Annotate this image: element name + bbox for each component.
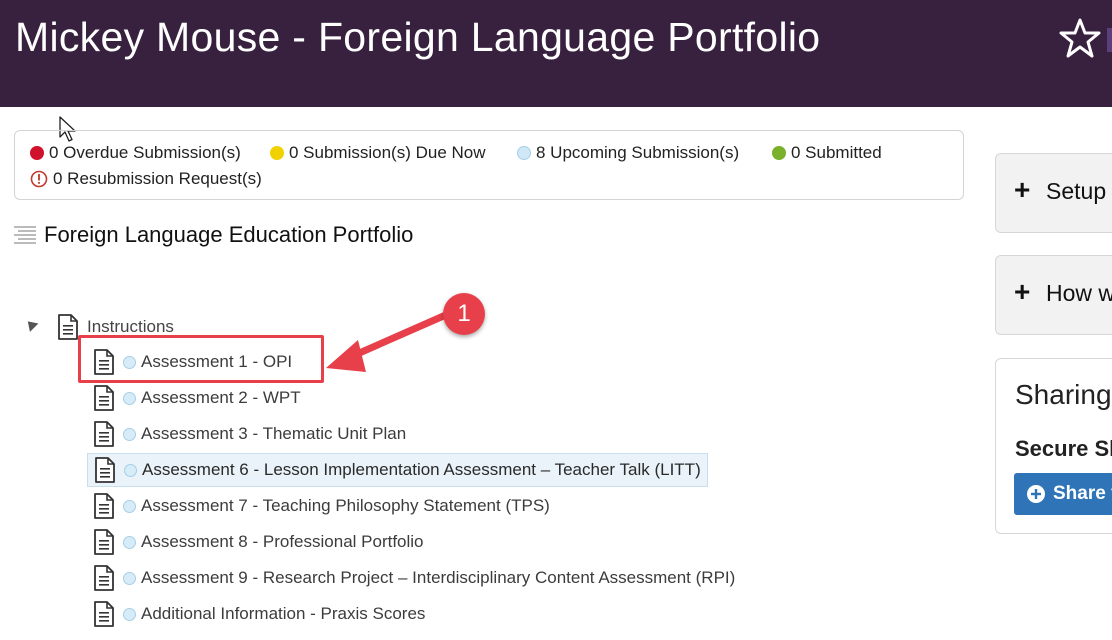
item-label: Assessment 2 - WPT (141, 388, 301, 407)
list-item[interactable]: Assessment 9 - Research Project – Interd… (87, 561, 741, 595)
document-icon (94, 385, 114, 411)
list-lines-icon (14, 226, 36, 244)
share-button[interactable]: Share t (1014, 473, 1112, 515)
list-item-selected[interactable]: Assessment 6 - Lesson Implementation Ass… (87, 453, 708, 487)
annotation-arrow-icon (326, 310, 452, 372)
upcoming-status-dot-icon (123, 571, 136, 585)
sharing-panel: Sharing Secure Sh Share t (995, 358, 1112, 534)
page-title: Mickey Mouse - Foreign Language Portfoli… (15, 14, 821, 60)
setup-panel[interactable]: + Setup (995, 153, 1112, 233)
how-panel[interactable]: + How w (995, 255, 1112, 335)
sharing-title: Sharing (1015, 379, 1112, 410)
item-label: Assessment 6 - Lesson Implementation Ass… (142, 460, 701, 479)
submitted-dot-icon (772, 146, 786, 160)
header-menu-edge[interactable] (1107, 28, 1112, 52)
list-item[interactable]: Assessment 2 - WPT (87, 381, 307, 415)
overdue-dot-icon (30, 146, 44, 160)
annotation-step-badge: 1 (443, 293, 485, 335)
tree-root-label: Instructions (87, 317, 174, 336)
due-now-dot-icon (270, 146, 284, 160)
due-now-label: 0 Submission(s) Due Now (289, 143, 486, 162)
item-label: Assessment 9 - Research Project – Interd… (141, 568, 736, 587)
plus-icon: + (1014, 174, 1031, 205)
status-submitted: 0 Submitted (772, 142, 882, 164)
header-bar: Mickey Mouse - Foreign Language Portfoli… (0, 0, 1112, 107)
status-upcoming: 8 Upcoming Submission(s) (517, 142, 739, 164)
overdue-label: 0 Overdue Submission(s) (49, 143, 241, 162)
plus-icon: + (1014, 276, 1031, 307)
item-label: Assessment 7 - Teaching Philosophy State… (141, 496, 550, 515)
portfolio-title: Foreign Language Education Portfolio (44, 222, 414, 247)
upcoming-status-dot-icon (123, 607, 136, 621)
list-item[interactable]: Assessment 3 - Thematic Unit Plan (87, 417, 412, 451)
upcoming-status-dot-icon (124, 463, 137, 477)
upcoming-dot-icon (517, 146, 531, 160)
list-item[interactable]: Additional Information - Praxis Scores (87, 597, 431, 631)
exclamation-circle-icon (30, 170, 48, 188)
collapse-triangle-icon[interactable] (23, 317, 39, 332)
upcoming-status-dot-icon (123, 535, 136, 549)
share-button-label: Share t (1053, 483, 1112, 504)
item-label: Additional Information - Praxis Scores (141, 604, 426, 623)
document-icon (58, 314, 78, 340)
item-label: Assessment 8 - Professional Portfolio (141, 532, 424, 551)
status-resubmission: 0 Resubmission Request(s) (30, 168, 262, 190)
document-icon (94, 493, 114, 519)
list-item[interactable]: Assessment 8 - Professional Portfolio (87, 525, 430, 559)
item-label: Assessment 3 - Thematic Unit Plan (141, 424, 407, 443)
document-icon (94, 421, 114, 447)
portfolio-header: Foreign Language Education Portfolio (14, 222, 413, 248)
setup-label: Setup (1046, 178, 1107, 204)
document-icon (94, 601, 114, 627)
document-icon (94, 529, 114, 555)
upcoming-status-dot-icon (123, 499, 136, 513)
document-icon (94, 565, 114, 591)
how-label: How w (1046, 280, 1112, 306)
upcoming-label: 8 Upcoming Submission(s) (536, 143, 740, 162)
plus-circle-icon (1027, 485, 1045, 503)
document-icon (95, 457, 115, 483)
status-due-now: 0 Submission(s) Due Now (270, 142, 486, 164)
upcoming-status-dot-icon (123, 391, 136, 405)
status-overdue: 0 Overdue Submission(s) (30, 142, 241, 164)
submission-status-box: 0 Overdue Submission(s) 0 Submission(s) … (14, 130, 964, 200)
upcoming-status-dot-icon (123, 427, 136, 441)
favorite-star-icon[interactable] (1058, 16, 1102, 60)
resubmission-label: 0 Resubmission Request(s) (53, 169, 262, 188)
annotation-highlight-box (78, 335, 324, 383)
list-item[interactable]: Assessment 7 - Teaching Philosophy State… (87, 489, 556, 523)
secure-share-label: Secure Sh (1015, 436, 1112, 461)
submitted-label: 0 Submitted (791, 143, 882, 162)
